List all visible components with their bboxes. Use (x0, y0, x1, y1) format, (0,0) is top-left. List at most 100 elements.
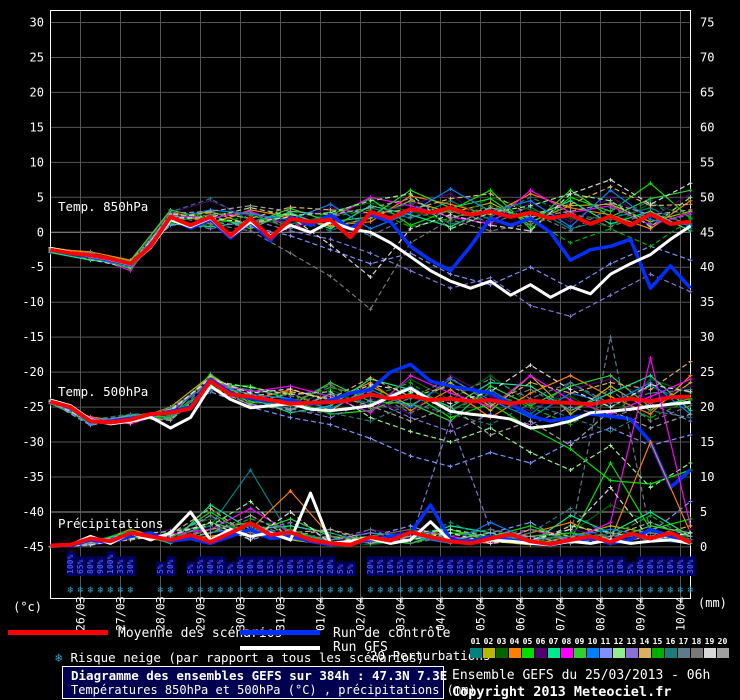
svg-text:50: 50 (700, 190, 714, 204)
svg-text:5%: 5% (156, 564, 165, 574)
svg-text:10%: 10% (256, 559, 265, 574)
svg-text:20%: 20% (546, 559, 555, 574)
svg-text:Précipitations: Précipitations (58, 516, 163, 531)
svg-text:20%: 20% (646, 559, 655, 574)
svg-text:20: 20 (700, 400, 714, 414)
svg-text:5%: 5% (346, 564, 355, 574)
perturbation-number: 13 (625, 637, 638, 646)
perturbation-color-swatch (509, 648, 521, 658)
perturbation-color-swatch (678, 648, 690, 658)
svg-text:❄: ❄ (197, 585, 204, 596)
svg-text:❄: ❄ (677, 585, 684, 596)
svg-text:❄: ❄ (587, 585, 594, 596)
svg-text:25%: 25% (276, 559, 285, 574)
svg-text:20: 20 (30, 85, 44, 99)
svg-text:❄: ❄ (157, 585, 164, 596)
svg-text:❄: ❄ (627, 585, 634, 596)
perturbation-number: 15 (651, 637, 664, 646)
svg-text:0: 0 (700, 540, 707, 554)
svg-text:❄: ❄ (347, 585, 354, 596)
svg-text:60: 60 (700, 120, 714, 134)
svg-text:❄: ❄ (107, 585, 114, 596)
svg-text:❄: ❄ (367, 585, 374, 596)
perturbation-number: 01 (469, 637, 482, 646)
svg-text:❄: ❄ (117, 585, 124, 596)
perturbation-color-swatch (626, 648, 638, 658)
perturbation-number: 19 (703, 637, 716, 646)
svg-text:5%: 5% (226, 564, 235, 574)
svg-text:20%: 20% (486, 559, 495, 574)
perturbation-number: 12 (612, 637, 625, 646)
snow-risk-label: Risque neige (par rapport a tous les scé… (71, 650, 425, 665)
svg-text:❄: ❄ (607, 585, 614, 596)
svg-text:❄: ❄ (287, 585, 294, 596)
svg-text:65%: 65% (76, 559, 85, 574)
svg-text:❄: ❄ (547, 585, 554, 596)
svg-text:20%: 20% (236, 559, 245, 574)
svg-text:35: 35 (700, 295, 714, 309)
svg-text:15%: 15% (496, 559, 505, 574)
svg-text:❄: ❄ (567, 585, 574, 596)
svg-text:15%: 15% (656, 559, 665, 574)
svg-text:15%: 15% (306, 559, 315, 574)
snowflake-icon: ❄ (55, 650, 63, 665)
svg-text:15%: 15% (266, 559, 275, 574)
perturbation-number: 16 (664, 637, 677, 646)
svg-text:10%: 10% (616, 559, 625, 574)
perturbation-color-swatch (691, 648, 703, 658)
perturbation-number: 08 (560, 637, 573, 646)
svg-text:15: 15 (30, 120, 44, 134)
svg-text:30: 30 (700, 330, 714, 344)
svg-text:26/03: 26/03 (74, 596, 88, 631)
svg-text:100%: 100% (66, 555, 75, 574)
svg-text:❄: ❄ (557, 585, 564, 596)
svg-text:35%: 35% (416, 559, 425, 574)
svg-text:❄: ❄ (497, 585, 504, 596)
svg-text:08/04: 08/04 (594, 596, 608, 631)
perturbation-number: 20 (716, 637, 729, 646)
perturbation-color-swatch (522, 648, 534, 658)
run-info: Ensemble GEFS du 25/03/2013 - 06h (452, 668, 710, 683)
svg-text:(°c): (°c) (13, 600, 42, 614)
svg-text:-15: -15 (22, 330, 44, 344)
svg-text:❄: ❄ (577, 585, 584, 596)
svg-text:❄: ❄ (227, 585, 234, 596)
svg-text:❄: ❄ (667, 585, 674, 596)
svg-text:25%: 25% (536, 559, 545, 574)
svg-text:❄: ❄ (537, 585, 544, 596)
svg-text:45: 45 (700, 225, 714, 239)
svg-text:25%: 25% (476, 559, 485, 574)
svg-text:❄: ❄ (397, 585, 404, 596)
svg-text:❄: ❄ (187, 585, 194, 596)
svg-text:Temp. 500hPa: Temp. 500hPa (58, 384, 148, 399)
svg-text:5%: 5% (186, 564, 195, 574)
svg-text:25%: 25% (456, 559, 465, 574)
perturbation-color-swatch (587, 648, 599, 658)
svg-text:❄: ❄ (207, 585, 214, 596)
svg-text:❄: ❄ (387, 585, 394, 596)
perturbation-number: 09 (573, 637, 586, 646)
svg-text:❄: ❄ (417, 585, 424, 596)
svg-text:❄: ❄ (507, 585, 514, 596)
perturbation-color-swatch (470, 648, 482, 658)
svg-text:30%: 30% (286, 559, 295, 574)
svg-text:75: 75 (700, 16, 714, 30)
svg-text:❄: ❄ (97, 585, 104, 596)
svg-text:-20: -20 (22, 365, 44, 379)
svg-text:15%: 15% (606, 559, 615, 574)
svg-text:10/04: 10/04 (674, 596, 688, 631)
svg-text:❄: ❄ (237, 585, 244, 596)
svg-text:30%: 30% (466, 559, 475, 574)
svg-text:35%: 35% (116, 559, 125, 574)
svg-text:❄: ❄ (167, 585, 174, 596)
svg-text:❄: ❄ (657, 585, 664, 596)
svg-text:❄: ❄ (617, 585, 624, 596)
chart-title: Diagramme des ensembles GEFS sur 384h : … (71, 668, 435, 683)
svg-text:Temp. 850hPa: Temp. 850hPa (58, 199, 148, 214)
svg-text:❄: ❄ (467, 585, 474, 596)
svg-text:❄: ❄ (597, 585, 604, 596)
svg-text:-5: -5 (30, 260, 44, 274)
svg-text:5%: 5% (336, 564, 345, 574)
svg-text:❄: ❄ (297, 585, 304, 596)
svg-text:65: 65 (700, 85, 714, 99)
